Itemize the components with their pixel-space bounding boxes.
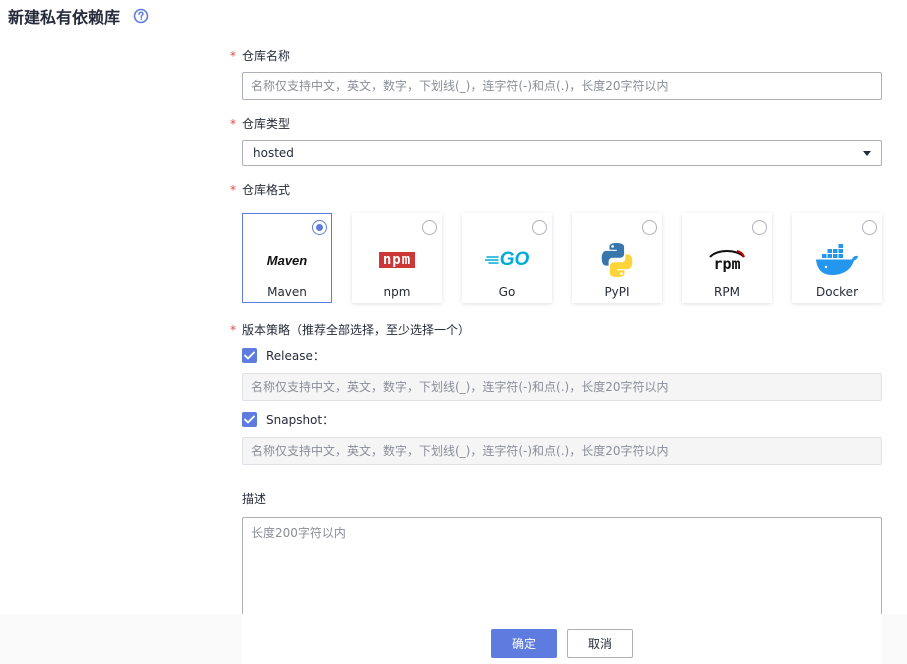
repo-name-input[interactable]: [242, 72, 882, 100]
release-checkbox-row[interactable]: Release：: [242, 347, 325, 364]
rpm-logo-icon: rpm: [687, 241, 767, 279]
go-logo-text: GO: [499, 249, 530, 270]
caret-down-icon: [863, 150, 871, 156]
snapshot-checkbox-row[interactable]: Snapshot：: [242, 411, 334, 428]
python-logo-icon: [577, 241, 657, 279]
description-label: 描述: [242, 490, 266, 507]
format-card-docker[interactable]: Docker: [792, 213, 882, 303]
repo-type-label: * 仓库类型: [230, 115, 290, 132]
radio-rpm[interactable]: [752, 220, 767, 235]
format-name-rpm: RPM: [714, 285, 740, 299]
radio-maven[interactable]: [312, 220, 327, 235]
release-label: Release：: [266, 349, 325, 363]
page-title: 新建私有依赖库: [8, 8, 121, 27]
format-card-go[interactable]: GO Go: [462, 213, 552, 303]
npm-logo-text: npm: [378, 252, 416, 268]
format-card-maven[interactable]: Maven Maven: [242, 213, 332, 303]
page-header: 新建私有依赖库: [8, 5, 149, 27]
description-textarea[interactable]: [242, 517, 882, 627]
go-logo-icon: GO: [467, 241, 547, 279]
required-mark: *: [230, 48, 236, 63]
snapshot-input[interactable]: [242, 437, 882, 465]
check-icon: [244, 415, 255, 424]
format-name-pypi: PyPI: [604, 285, 630, 299]
format-name-go: Go: [498, 285, 516, 299]
required-mark: *: [230, 322, 236, 337]
go-speed-lines-icon: [484, 256, 499, 264]
description-label-text: 描述: [242, 492, 267, 506]
required-mark: *: [230, 182, 236, 197]
maven-logo-text: Maven: [266, 252, 308, 268]
format-card-pypi[interactable]: PyPI: [572, 213, 662, 303]
version-policy-label-text: 版本策略（推荐全部选择，至少选择一个）: [242, 323, 471, 337]
format-name-maven: Maven: [267, 285, 307, 299]
snapshot-checkbox[interactable]: [242, 412, 257, 427]
format-card-npm[interactable]: npm npm: [352, 213, 442, 303]
repo-type-label-text: 仓库类型: [242, 117, 291, 131]
format-name-npm: npm: [383, 285, 411, 299]
rpm-logo-text: rpm: [713, 255, 741, 273]
repo-name-label-text: 仓库名称: [242, 49, 291, 63]
radio-go[interactable]: [532, 220, 547, 235]
format-card-rpm[interactable]: rpm RPM: [682, 213, 772, 303]
repo-format-label: * 仓库格式: [230, 181, 290, 198]
radio-npm[interactable]: [422, 220, 437, 235]
docker-logo-icon: [797, 241, 877, 279]
maven-logo-icon: Maven: [247, 241, 327, 279]
format-options: Maven Maven npm npm GO Go PyPI rpm RPM D…: [242, 213, 882, 303]
repo-name-label: * 仓库名称: [230, 47, 290, 64]
check-icon: [244, 351, 255, 360]
help-icon[interactable]: [133, 8, 149, 24]
repo-type-select[interactable]: hosted: [242, 140, 882, 166]
repo-format-label-text: 仓库格式: [242, 183, 291, 197]
required-mark: *: [230, 116, 236, 131]
format-name-docker: Docker: [815, 285, 859, 299]
snapshot-label: Snapshot：: [266, 413, 335, 427]
confirm-button[interactable]: 确定: [491, 629, 557, 658]
radio-docker[interactable]: [862, 220, 877, 235]
footer-panel: [242, 614, 882, 664]
cancel-button[interactable]: 取消: [567, 629, 633, 658]
radio-pypi[interactable]: [642, 220, 657, 235]
footer-bar: 确定 取消: [0, 614, 907, 664]
npm-logo-icon: npm: [357, 241, 437, 279]
release-checkbox[interactable]: [242, 348, 257, 363]
release-input[interactable]: [242, 373, 882, 401]
version-policy-label: * 版本策略（推荐全部选择，至少选择一个）: [230, 321, 470, 338]
repo-type-value: hosted: [253, 146, 294, 160]
